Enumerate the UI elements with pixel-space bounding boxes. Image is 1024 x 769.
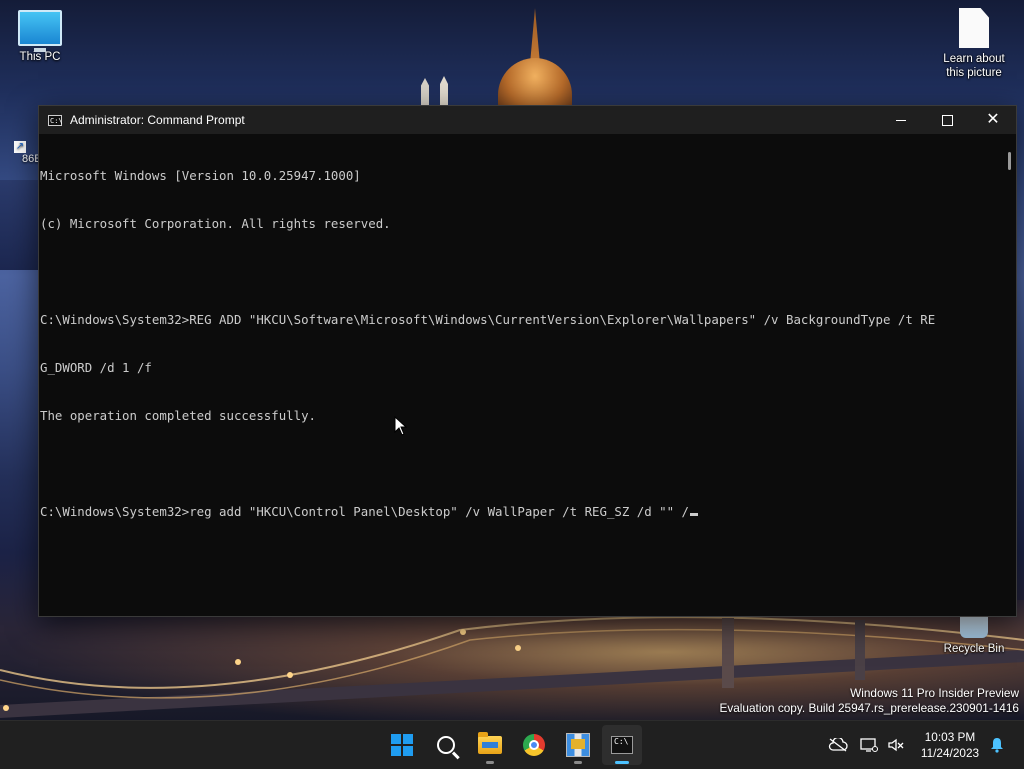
text-cursor: [690, 513, 699, 516]
shortcut-arrow-icon: ↗: [14, 141, 26, 153]
start-button[interactable]: [382, 725, 422, 765]
console-line: G_DWORD /d 1 /f: [40, 360, 152, 375]
wallpaper-tower: [440, 76, 448, 108]
console-output[interactable]: Microsoft Windows [Version 10.0.25947.10…: [39, 134, 1016, 614]
notification-bell-icon: [991, 738, 1003, 753]
volume-muted-icon: [888, 738, 904, 752]
running-indicator: [574, 761, 582, 764]
wallpaper-tower: [421, 78, 429, 108]
tray-network[interactable]: [858, 721, 880, 769]
document-icon: [959, 8, 989, 48]
desktop-icon-learn-about-picture[interactable]: Learn about this picture: [934, 8, 1014, 80]
close-button[interactable]: ✕: [970, 106, 1016, 134]
console-line: (c) Microsoft Corporation. All rights re…: [40, 216, 391, 231]
window-titlebar[interactable]: C:\ Administrator: Command Prompt ✕: [39, 106, 1016, 134]
command-prompt-window[interactable]: C:\ Administrator: Command Prompt ✕ Micr…: [38, 105, 1017, 617]
search-button[interactable]: [426, 725, 466, 765]
taskbar-file-explorer[interactable]: [470, 725, 510, 765]
monitor-icon: [18, 10, 62, 52]
evaluation-watermark: Windows 11 Pro Insider Preview Evaluatio…: [719, 686, 1019, 716]
close-icon: ✕: [986, 111, 1000, 128]
console-input-line[interactable]: C:\Windows\System32>reg add "HKCU\Contro…: [40, 504, 1016, 520]
minimize-button[interactable]: [878, 106, 924, 134]
taskbar-chrome[interactable]: [514, 725, 554, 765]
cloud-offline-icon: [828, 738, 848, 752]
wallpaper-shore: [0, 180, 40, 270]
terminal-icon: C:\: [611, 736, 633, 754]
taskbar-command-prompt[interactable]: C:\: [602, 725, 642, 765]
search-icon: [437, 736, 455, 754]
wallpaper-spire: [530, 8, 540, 64]
tray-notifications[interactable]: [986, 721, 1008, 769]
minimize-icon: [896, 119, 906, 121]
maximize-icon: [941, 114, 953, 126]
console-line: The operation completed successfully.: [40, 408, 317, 423]
folder-icon: [478, 732, 502, 754]
clock-time: 10:03 PM: [924, 730, 976, 744]
windows-start-icon: [391, 734, 413, 756]
tray-clock[interactable]: 10:03 PM 11/24/2023: [912, 729, 988, 761]
running-indicator: [486, 761, 494, 764]
taskbar-registry-editor[interactable]: [558, 725, 598, 765]
running-indicator: [615, 761, 629, 764]
chrome-icon: [523, 734, 545, 756]
desktop-icon-label: Recycle Bin: [943, 643, 1005, 655]
maximize-button[interactable]: [924, 106, 970, 134]
desktop-icon-label: This PC: [19, 51, 61, 63]
console-line: C:\Windows\System32>REG ADD "HKCU\Softwa…: [40, 312, 936, 327]
desktop-icon-recycle-bin[interactable]: Recycle Bin: [934, 612, 1014, 656]
scrollbar-thumb[interactable]: [1008, 152, 1011, 170]
regedit-icon: [566, 733, 590, 757]
console-line: Microsoft Windows [Version 10.0.25947.10…: [40, 168, 361, 183]
tray-onedrive[interactable]: [826, 721, 850, 769]
taskbar: C:\ 10:03 PM 11/24/2023: [0, 720, 1024, 769]
watermark-edition: Windows 11 Pro Insider Preview: [850, 686, 1019, 700]
window-title: Administrator: Command Prompt: [70, 113, 245, 127]
terminal-icon: C:\: [48, 114, 63, 126]
tray-volume[interactable]: [884, 721, 908, 769]
watermark-build: Evaluation copy. Build 25947.rs_prerelea…: [719, 701, 1019, 715]
network-icon: [860, 738, 878, 752]
console-command-text: C:\Windows\System32>reg add "HKCU\Contro…: [40, 504, 690, 519]
clock-date: 11/24/2023: [920, 746, 980, 760]
desktop-icon-label: Learn about this picture: [943, 53, 1005, 79]
desktop-icon-this-pc[interactable]: This PC: [0, 10, 80, 64]
